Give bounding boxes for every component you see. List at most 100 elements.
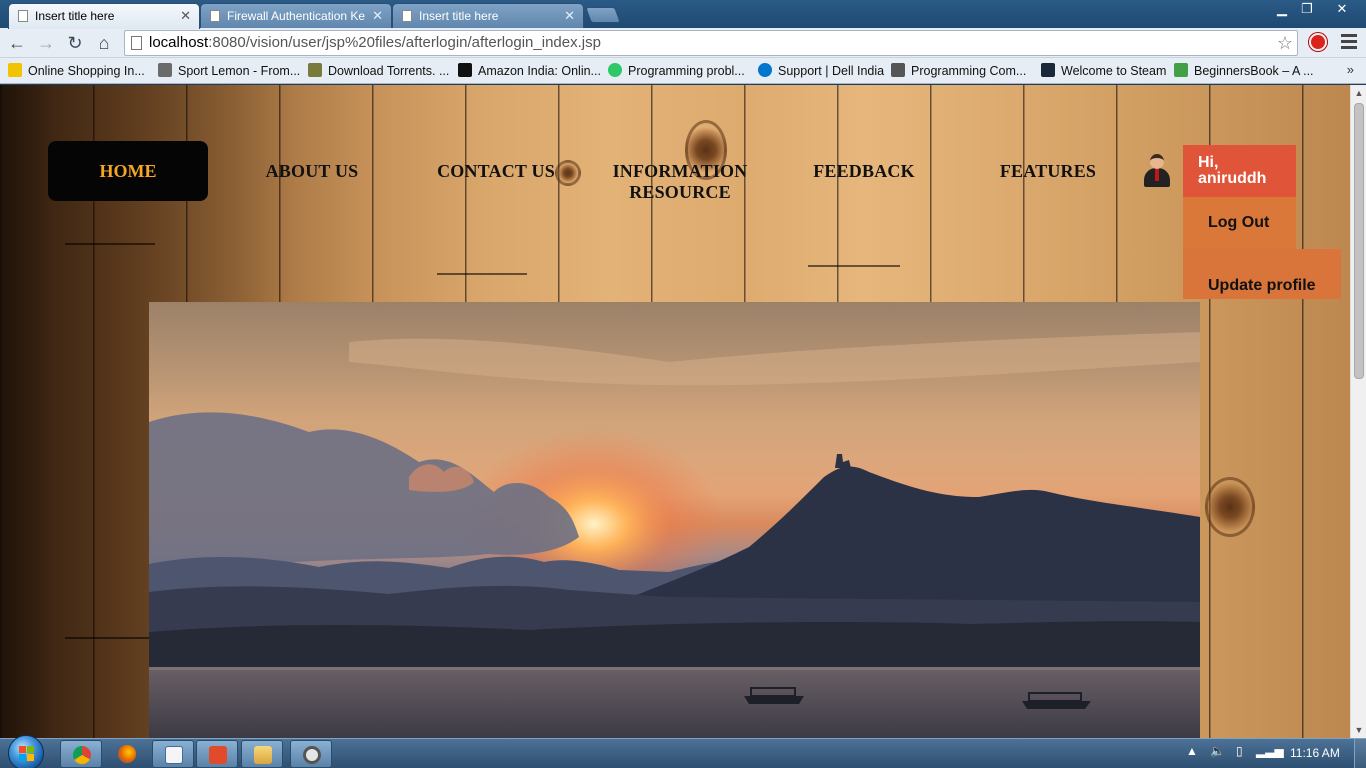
taskbar-firefox[interactable] — [106, 740, 148, 768]
reload-button[interactable]: ↻ — [64, 32, 86, 54]
address-bar[interactable]: localhost:8080/vision/user/jsp%20files/a… — [124, 30, 1298, 56]
bookmark-item[interactable]: BeginnersBook – A ... — [1174, 63, 1314, 78]
bookmark-label: Sport Lemon - From... — [178, 64, 301, 78]
bookmark-icon — [158, 63, 172, 77]
bookmark-label: Online Shopping In... — [28, 64, 145, 78]
menu-icon[interactable] — [1341, 34, 1357, 50]
bookmark-icon — [458, 63, 472, 77]
logout-label: Log Out — [1208, 214, 1270, 231]
bookmark-icon — [8, 63, 22, 77]
bookmark-item[interactable]: Amazon India: Onlin... — [458, 63, 601, 78]
update-profile-link[interactable]: Update profile — [1183, 249, 1341, 299]
bookmark-item[interactable]: Programming Com... — [891, 63, 1026, 78]
network-icon[interactable]: ▂▃▅ — [1256, 744, 1284, 758]
maximize-button[interactable]: ❐ — [1293, 0, 1321, 20]
nav-contact-us[interactable]: CONTACT US — [432, 161, 560, 182]
user-avatar-icon[interactable] — [1142, 154, 1172, 187]
minimize-button[interactable]: ▁ — [1268, 0, 1296, 20]
star-icon[interactable]: ☆ — [1277, 31, 1293, 55]
battery-icon[interactable]: ▯ — [1236, 744, 1243, 758]
bookmark-item[interactable]: Online Shopping In... — [8, 63, 145, 78]
close-window-button[interactable]: ✕ — [1322, 0, 1362, 20]
nav-about-us[interactable]: ABOUT US — [262, 161, 362, 182]
scroll-up-arrow-icon[interactable]: ▲ — [1351, 85, 1366, 101]
bookmark-label: Programming Com... — [911, 64, 1027, 78]
nav-home[interactable]: HOME — [48, 141, 208, 201]
forward-button[interactable]: → — [35, 32, 57, 54]
wood-seam — [808, 265, 900, 267]
show-hidden-icons[interactable]: ▲ — [1186, 744, 1198, 758]
foxit-icon — [209, 746, 227, 764]
page-viewport: HOME ABOUT US CONTACT US INFORMATION RES… — [0, 85, 1350, 738]
explorer-icon — [254, 746, 272, 764]
bookmark-item[interactable]: Programming probl... — [608, 63, 745, 78]
home-button[interactable]: ⌂ — [93, 32, 115, 54]
bookmark-item[interactable]: Download Torrents. ... — [308, 63, 449, 78]
update-profile-label: Update profile — [1208, 277, 1316, 294]
page-icon — [210, 10, 220, 22]
browser-titlebar: Insert title here ✕ Firewall Authenticat… — [0, 0, 1366, 29]
tab-title: Insert title here — [419, 9, 499, 23]
taskbar-chrome[interactable] — [60, 740, 102, 768]
bookmarks-more-button[interactable]: » — [1347, 62, 1354, 77]
close-icon[interactable]: ✕ — [564, 8, 575, 24]
greeting-line1: Hi, — [1198, 154, 1219, 171]
page-icon — [402, 10, 412, 22]
new-tab-button[interactable] — [585, 7, 621, 23]
tab-firewall-authentication[interactable]: Firewall Authentication Ke ✕ — [200, 3, 392, 28]
tab-insert-title-1[interactable]: Insert title here ✕ — [8, 3, 200, 29]
browser-toolbar: ← → ↻ ⌂ localhost:8080/vision/user/jsp%2… — [0, 28, 1366, 58]
close-icon[interactable]: ✕ — [372, 8, 383, 24]
chrome-icon — [73, 746, 91, 764]
scroll-down-arrow-icon[interactable]: ▼ — [1351, 722, 1366, 738]
address-path: :8080/vision/user/jsp%20files/afterlogin… — [208, 34, 601, 51]
tab-insert-title-2[interactable]: Insert title here ✕ — [392, 3, 584, 28]
boat — [1022, 701, 1091, 709]
scroll-thumb[interactable] — [1354, 103, 1364, 379]
sunset-photo — [149, 302, 1200, 738]
wordpad-icon — [165, 746, 183, 764]
page-icon — [131, 36, 142, 50]
start-button[interactable] — [8, 735, 44, 768]
show-desktop-button[interactable] — [1354, 739, 1366, 768]
bookmark-icon — [1174, 63, 1188, 77]
boat — [744, 696, 804, 704]
cloud-bank — [149, 412, 579, 567]
extension-icon[interactable] — [1309, 33, 1327, 51]
bookmark-label: Programming probl... — [628, 64, 745, 78]
nav-info-line1: INFORMATION — [612, 161, 748, 181]
logout-link[interactable]: Log Out — [1183, 197, 1296, 249]
bookmark-label: BeginnersBook – A ... — [1194, 64, 1314, 78]
bookmark-icon — [608, 63, 622, 77]
wood-knot — [1205, 477, 1255, 537]
firefox-icon — [118, 745, 136, 763]
bookmark-item[interactable]: Support | Dell India — [758, 63, 884, 78]
bookmark-icon — [1041, 63, 1055, 77]
windows-taskbar: ▲ 🔈 ▯ ▂▃▅ 11:16 AM — [0, 735, 1366, 768]
bookmark-label: Download Torrents. ... — [328, 64, 450, 78]
wood-seam — [65, 243, 155, 245]
close-icon[interactable]: ✕ — [180, 8, 191, 24]
windows-logo-icon — [19, 746, 35, 762]
page-icon — [18, 10, 28, 22]
bookmarks-bar: Online Shopping In... Sport Lemon - From… — [0, 58, 1366, 84]
bookmark-label: Amazon India: Onlin... — [478, 64, 601, 78]
nav-feedback[interactable]: FEEDBACK — [808, 161, 920, 182]
bookmark-item[interactable]: Sport Lemon - From... — [158, 63, 300, 78]
nav-features[interactable]: FEATURES — [994, 161, 1102, 182]
page-scrollbar[interactable]: ▲ ▼ — [1350, 85, 1366, 738]
nav-information-resource[interactable]: INFORMATION RESOURCE — [606, 161, 754, 203]
taskbar-wordpad[interactable] — [152, 740, 194, 768]
volume-icon[interactable]: 🔈 — [1210, 744, 1225, 758]
taskbar-clock[interactable]: 11:16 AM — [1290, 746, 1340, 760]
nav-info-line2: RESOURCE — [629, 182, 731, 202]
bookmark-item[interactable]: Welcome to Steam — [1041, 63, 1166, 78]
water-reflection — [149, 667, 1200, 670]
bookmark-icon — [891, 63, 905, 77]
back-button[interactable]: ← — [6, 32, 28, 54]
taskbar-foxit[interactable] — [196, 740, 238, 768]
user-greeting[interactable]: Hi, aniruddh — [1183, 145, 1296, 197]
taskbar-settings[interactable] — [290, 740, 332, 768]
bookmark-label: Support | Dell India — [778, 64, 885, 78]
taskbar-explorer[interactable] — [241, 740, 283, 768]
